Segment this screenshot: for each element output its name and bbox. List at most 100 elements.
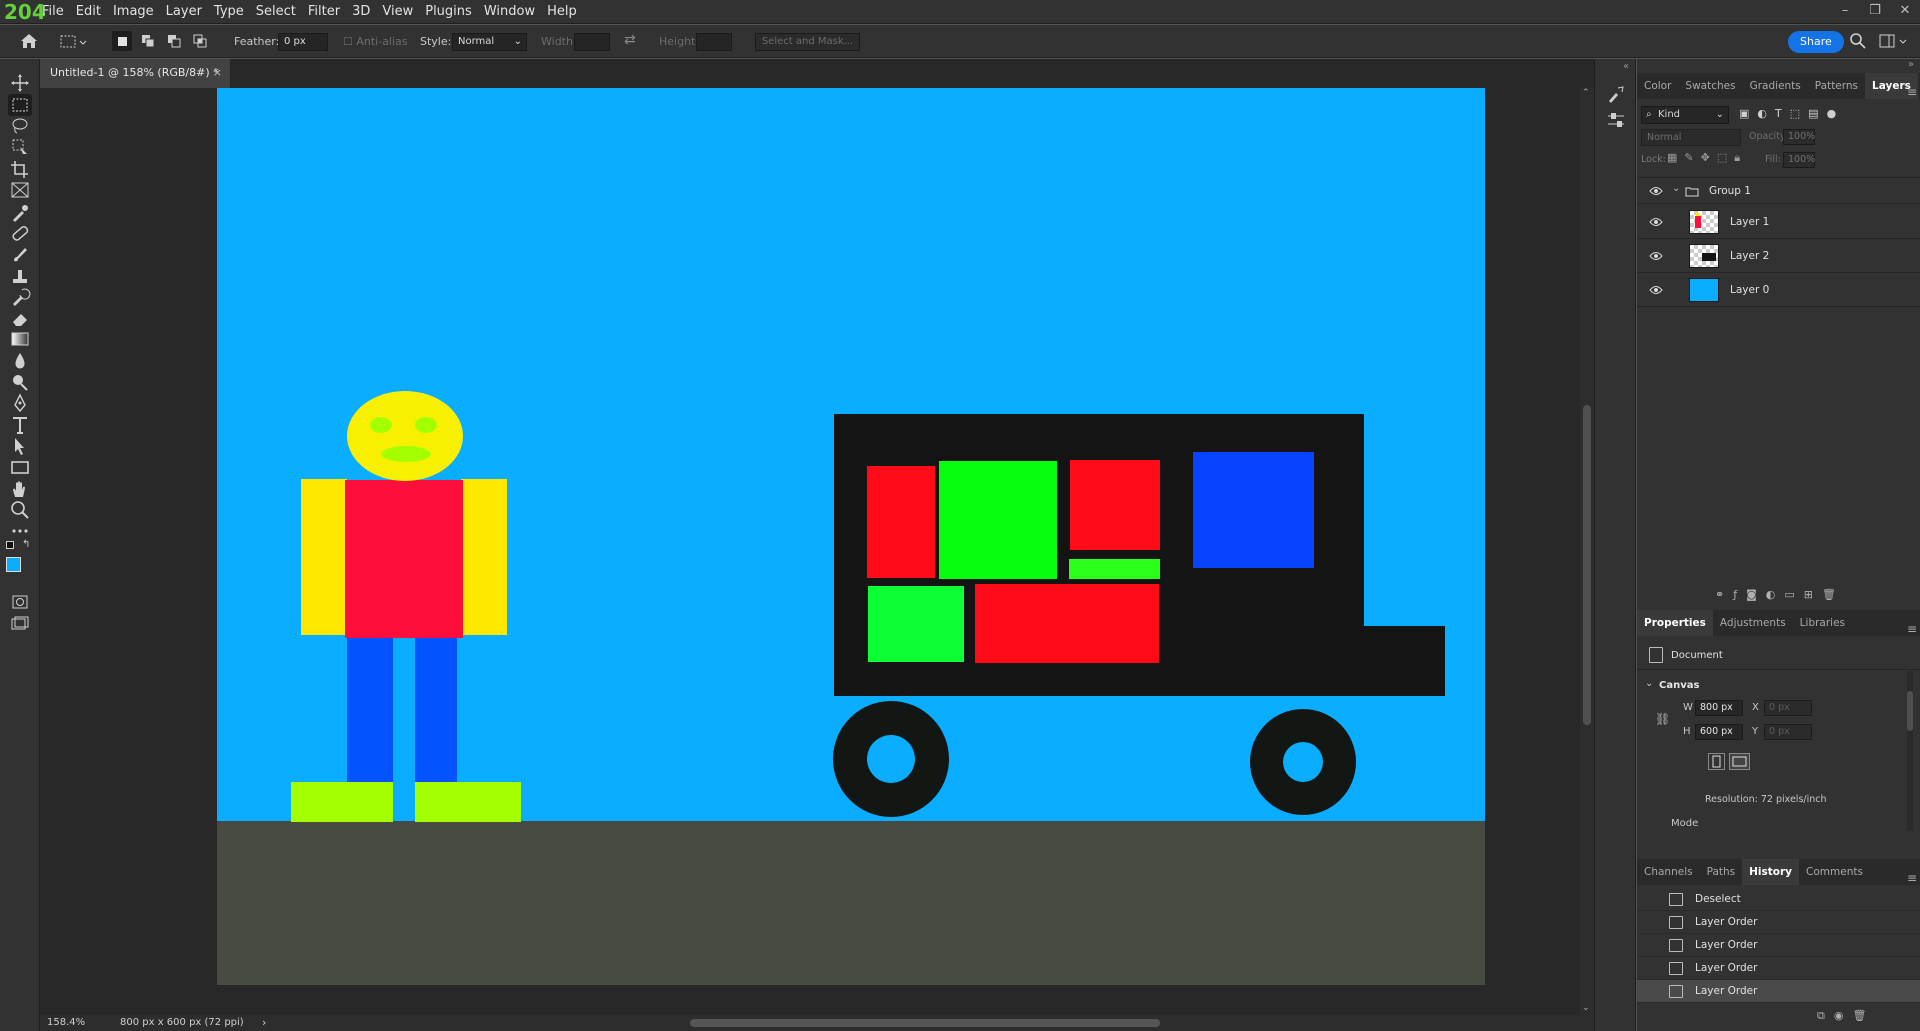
menu-3d[interactable]: 3D [346,0,376,24]
menu-file[interactable]: File [36,0,70,24]
brush-tool-icon[interactable] [8,243,32,265]
new-layer-icon[interactable]: ⊞ [1804,588,1822,601]
menu-layer[interactable]: Layer [160,0,208,24]
document-tab[interactable]: Untitled-1 @ 158% (RGB/8#) * × [40,59,230,88]
intersect-selection-icon[interactable] [190,31,210,51]
tab-color[interactable]: Color [1637,73,1678,99]
hand-tool-icon[interactable] [8,478,32,500]
type-tool-icon[interactable] [8,414,32,436]
add-mask-icon[interactable]: ◙ [1746,588,1766,601]
panel-menu-icon[interactable]: ≡ [1900,79,1917,99]
minimize-button[interactable]: – [1830,0,1860,24]
close-tab-icon[interactable]: × [213,59,222,87]
color-swatches[interactable]: ↰ [4,539,36,585]
quick-mask-icon[interactable] [8,591,32,613]
status-arrow-icon[interactable]: › [262,1016,266,1029]
horizontal-scroll-thumb[interactable] [690,1019,1160,1027]
eraser-tool-icon[interactable] [8,307,32,329]
canvas-x-input[interactable]: 0 px [1764,700,1812,716]
snapshot-icon[interactable]: ◉ [1834,1009,1853,1022]
pen-tool-icon[interactable] [8,392,32,414]
crop-tool-icon[interactable] [8,158,32,180]
menu-plugins[interactable]: Plugins [419,0,478,24]
history-brush-tool-icon[interactable] [8,286,32,308]
new-selection-icon[interactable] [112,31,132,51]
search-icon[interactable] [1848,31,1868,51]
layer-row-group[interactable]: ⌄ Group 1 [1637,178,1920,204]
screen-mode-icon[interactable] [8,613,32,635]
frame-tool-icon[interactable] [8,179,32,201]
scroll-up-icon[interactable]: ⌃ [1582,88,1590,98]
canvas-y-input[interactable]: 0 px [1764,724,1812,740]
visibility-eye-icon[interactable] [1649,216,1663,228]
lock-all-icon[interactable]: 🔒︎ [1734,151,1747,164]
lock-pixels-icon[interactable]: ✎ [1684,151,1700,164]
menu-help[interactable]: Help [541,0,583,24]
adjustment-filter-icon[interactable]: ◐ [1757,107,1775,120]
foreground-color-swatch[interactable] [6,557,21,572]
tab-history[interactable]: History [1742,859,1800,885]
lock-position-icon[interactable]: ✥ [1701,151,1717,164]
layer-row[interactable]: Layer 2 [1637,239,1920,273]
close-window-button[interactable]: ✕ [1890,0,1920,24]
tab-patterns[interactable]: Patterns [1808,73,1865,99]
swap-dimensions-icon[interactable]: ⇄ [624,31,644,51]
dodge-tool-icon[interactable] [8,371,32,393]
filter-toggle-icon[interactable]: ● [1827,107,1845,120]
vertical-scroll-thumb[interactable] [1583,405,1591,725]
new-document-from-state-icon[interactable]: ⧉ [1817,1009,1834,1022]
tab-channels[interactable]: Channels [1637,859,1700,885]
canvas-height-input[interactable]: 600 px [1695,724,1743,740]
stamp-tool-icon[interactable] [8,265,32,287]
new-group-icon[interactable]: ▭ [1784,588,1803,601]
history-item-selected[interactable]: Layer Order [1637,980,1920,1003]
zoom-level[interactable]: 158.4% [47,1017,85,1028]
feather-input[interactable]: 0 px [278,33,328,51]
zoom-tool-icon[interactable] [8,499,32,521]
default-colors-icon[interactable] [6,541,14,549]
brush-settings-icon[interactable] [1604,83,1628,105]
share-button[interactable]: Share [1788,31,1844,53]
panel-menu-icon[interactable]: ≡ [1900,616,1917,636]
tab-swatches[interactable]: Swatches [1678,73,1742,99]
visibility-eye-icon[interactable] [1649,250,1663,262]
layer-filter-select[interactable]: ⌕ Kind ⌄ [1641,106,1729,124]
tab-properties[interactable]: Properties [1637,610,1713,636]
home-icon[interactable] [18,31,40,51]
history-item[interactable]: Layer Order [1637,911,1920,934]
restore-button[interactable]: ❐ [1860,0,1890,24]
add-selection-icon[interactable] [138,31,158,51]
adjustment-sliders-icon[interactable] [1604,109,1628,131]
history-item[interactable]: Deselect [1637,888,1920,911]
history-item[interactable]: Layer Order [1637,957,1920,980]
menu-select[interactable]: Select [250,0,302,24]
chevron-down-icon[interactable]: ⌄ [1645,678,1653,689]
menu-type[interactable]: Type [208,0,250,24]
lasso-tool-icon[interactable] [8,115,32,137]
marquee-preset-picker[interactable] [58,32,88,52]
rectangle-tool-icon[interactable] [8,456,32,478]
marquee-tool-icon[interactable] [8,94,32,116]
smart-object-filter-icon[interactable]: ▤ [1808,107,1826,120]
adjustment-layer-icon[interactable]: ◐ [1766,588,1785,601]
canvas[interactable] [217,88,1485,985]
menu-image[interactable]: Image [107,0,160,24]
scroll-down-icon[interactable]: ⌄ [1582,1003,1590,1013]
link-dimensions-icon[interactable]: ⛓︎ [1655,712,1670,726]
history-item[interactable]: Layer Order [1637,934,1920,957]
tab-adjustments[interactable]: Adjustments [1713,610,1793,636]
object-select-tool-icon[interactable] [8,136,32,158]
lock-transparency-icon[interactable]: ▦ [1667,151,1684,164]
panel-menu-icon[interactable]: ≡ [1900,865,1917,885]
canvas-workspace[interactable] [40,88,1580,1015]
tab-gradients[interactable]: Gradients [1743,73,1808,99]
workspace-switcher-icon[interactable] [1878,31,1912,51]
select-and-mask-button[interactable]: Select and Mask... [755,33,860,51]
eyedropper-tool-icon[interactable] [8,201,32,223]
link-layers-icon[interactable]: ⚭ [1715,588,1733,601]
swap-colors-icon[interactable]: ↰ [22,539,30,550]
visibility-eye-icon[interactable] [1649,185,1663,197]
antialias-checkbox[interactable]: ☐ Anti-alias [343,33,408,51]
tab-comments[interactable]: Comments [1799,859,1870,885]
healing-tool-icon[interactable] [8,222,32,244]
